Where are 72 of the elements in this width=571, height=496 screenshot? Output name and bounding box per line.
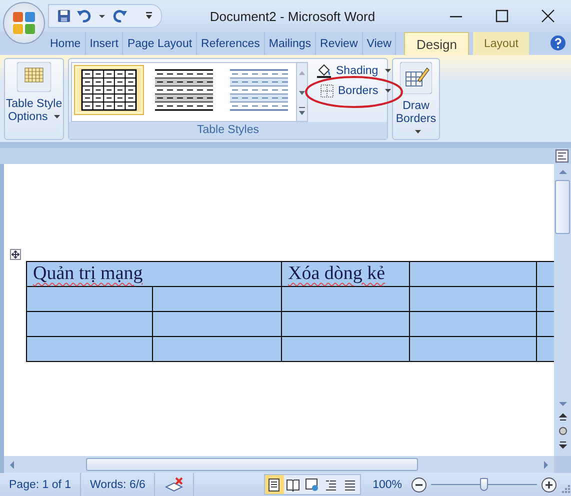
table-cell[interactable]: [282, 286, 410, 312]
browse-object-icon[interactable]: [558, 426, 568, 436]
table-cell[interactable]: Xóa dòng kẻ: [282, 262, 410, 286]
scrollbar-corner: [554, 456, 571, 473]
table-cell[interactable]: [410, 286, 537, 312]
scroll-thumb[interactable]: [555, 180, 570, 234]
table-cell[interactable]: [26, 312, 152, 336]
table-move-handle-icon[interactable]: [10, 249, 21, 260]
zoom-out-icon[interactable]: [411, 476, 427, 492]
table-grid-icon: [17, 62, 51, 92]
caret-icon: [385, 89, 392, 93]
view-icon: [286, 478, 300, 492]
view-icon: [267, 478, 282, 492]
page-count[interactable]: Page: 1 of 1: [0, 473, 82, 496]
shading-button[interactable]: Shading: [316, 64, 392, 78]
zoom-slider[interactable]: [431, 476, 537, 492]
vertical-scrollbar[interactable]: [554, 164, 571, 456]
ribbon-tab[interactable]: Layout: [472, 32, 530, 55]
draw-borders-button[interactable]: Draw Borders: [393, 62, 439, 139]
scroll-up-icon[interactable]: [558, 168, 568, 176]
previous-page-icon[interactable]: [558, 412, 568, 422]
group-label: Table Styles: [69, 122, 387, 139]
undo-icon[interactable]: [77, 9, 93, 23]
table-cell[interactable]: [152, 336, 282, 362]
caret-icon: [54, 114, 60, 119]
pencil-table-icon: [400, 62, 432, 94]
table-cell[interactable]: [152, 286, 282, 312]
scroll-down-icon[interactable]: [558, 400, 568, 408]
scroll-right-icon[interactable]: [542, 460, 550, 470]
table-cell[interactable]: [410, 336, 537, 362]
cell-text: Xóa dòng kẻ: [288, 263, 386, 284]
view-button[interactable]: [302, 475, 322, 494]
zoom-level[interactable]: 100%: [360, 478, 411, 490]
table-cell[interactable]: [410, 312, 537, 336]
redo-icon[interactable]: [111, 9, 127, 23]
zoom-in-icon[interactable]: [541, 476, 557, 492]
table-cell[interactable]: Quản trị mạng: [26, 262, 282, 286]
view-button[interactable]: [340, 475, 360, 494]
view-icon: [343, 478, 358, 492]
ribbon-tab[interactable]: Design: [404, 32, 469, 55]
table-style-options-button[interactable]: Table Style Options: [5, 62, 63, 124]
office-button[interactable]: [3, 2, 45, 44]
horizontal-scrollbar[interactable]: [0, 456, 554, 473]
word-count[interactable]: Words: 6/6: [81, 473, 156, 496]
office-logo-icon: [11, 10, 37, 36]
table-cell[interactable]: [282, 336, 410, 362]
view-icon: [324, 478, 338, 492]
customize-caret-icon[interactable]: [145, 11, 153, 21]
next-page-icon[interactable]: [558, 440, 568, 450]
scroll-thumb[interactable]: [86, 458, 418, 471]
save-icon[interactable]: [57, 9, 71, 23]
table-cell[interactable]: [26, 336, 152, 362]
help-icon[interactable]: [550, 35, 566, 51]
caret-icon: [385, 69, 392, 73]
ruler-toggle-icon[interactable]: [555, 149, 569, 163]
window-title: Document2 - Microsoft Word: [208, 8, 376, 24]
borders-icon: [320, 84, 334, 98]
slider-thumb[interactable]: [480, 478, 488, 490]
caret-icon: [414, 130, 420, 134]
resize-grip-icon[interactable]: [561, 484, 571, 494]
scroll-left-icon[interactable]: [8, 460, 16, 470]
view-button[interactable]: [264, 475, 284, 494]
table-cell[interactable]: [26, 286, 152, 312]
table-cell[interactable]: [410, 262, 537, 286]
table-style-swatch[interactable]: [74, 65, 144, 115]
paint-bucket-icon: [316, 64, 332, 78]
cell-text: Quản trị mạng: [33, 263, 143, 284]
proofing-book-icon[interactable]: [164, 476, 184, 492]
table-cell[interactable]: [282, 312, 410, 336]
view-icon: [305, 478, 320, 492]
table-cell[interactable]: [152, 312, 282, 336]
view-button[interactable]: [284, 475, 303, 494]
